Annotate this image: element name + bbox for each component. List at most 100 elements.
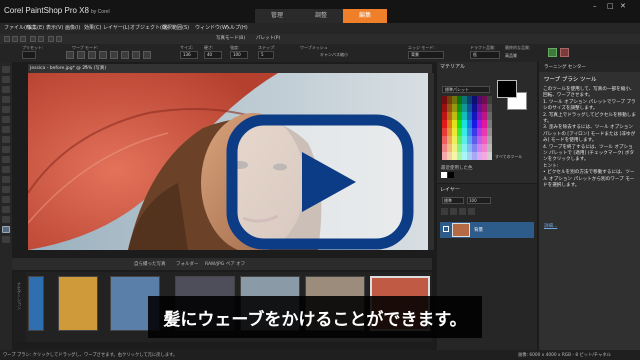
tool-help-body: このツールを使用して、写真の一部を縮小、回転、ワープさせます。 1. ツール オ… <box>543 87 636 189</box>
organizer-side-label: ナビゲーション <box>17 282 22 310</box>
menu-image[interactable]: 画像(I) <box>65 24 80 31</box>
makeover-tool-icon[interactable] <box>2 156 10 163</box>
thumbnail-1[interactable] <box>28 276 44 331</box>
contract-mode-icon[interactable] <box>88 51 96 59</box>
layer-name[interactable]: 背景 <box>474 227 483 233</box>
layer-toolbar <box>441 208 511 216</box>
tool-help-title: ワープ ブラシ ツール <box>544 77 597 83</box>
paint-brush-icon[interactable] <box>2 176 10 183</box>
opacity-input[interactable]: 100 <box>467 197 491 204</box>
close-icon[interactable]: ✕ <box>620 2 626 10</box>
blend-mode-select[interactable]: 標準 <box>442 197 464 204</box>
pan-tool-icon[interactable] <box>2 66 10 73</box>
step-input[interactable]: 5 <box>258 51 274 59</box>
maximize-icon[interactable]: □ <box>607 2 614 10</box>
menu-help[interactable]: ヘルプ(H) <box>225 24 248 31</box>
menu-selections[interactable]: 選択範囲(S) <box>162 24 189 31</box>
apply-checkmark-icon[interactable] <box>548 48 557 57</box>
dropper-tool-icon[interactable] <box>2 116 10 123</box>
edge-mode-select[interactable]: 背景 <box>408 51 444 59</box>
mask-icon[interactable] <box>459 208 466 215</box>
pick-tool-icon[interactable] <box>2 86 10 93</box>
fit-icon[interactable] <box>56 36 62 42</box>
cancel-icon[interactable] <box>560 48 569 57</box>
layer-visibility-icon[interactable] <box>443 226 449 232</box>
layer-thumbnail <box>452 223 470 237</box>
delete-layer-icon[interactable] <box>468 208 475 215</box>
text-tool-icon[interactable] <box>2 206 10 213</box>
menu-window[interactable]: ウィンドウ(W) <box>195 24 229 31</box>
push-mode-icon[interactable] <box>66 51 74 59</box>
final-quality-value[interactable]: 高品質 <box>505 53 517 59</box>
size-input[interactable]: 136 <box>180 51 198 59</box>
menu-view[interactable]: 表示(V) <box>46 24 63 31</box>
clone-brush-icon[interactable] <box>2 166 10 173</box>
preset-picker[interactable] <box>22 51 36 59</box>
zoom-icon[interactable] <box>48 36 54 42</box>
app-title: Corel PaintShop Pro X8 by Corel <box>4 6 110 15</box>
swatch-set-dropdown[interactable]: 標準パレット <box>442 86 490 93</box>
color-swatches[interactable] <box>442 96 492 160</box>
photo-mode-toggle[interactable]: 写真モード(B) <box>216 35 245 41</box>
organizer-folder[interactable]: フォルダー <box>176 261 199 267</box>
zoom-tool-icon[interactable] <box>2 76 10 83</box>
play-icon[interactable] <box>220 112 420 252</box>
new-layer-icon[interactable] <box>441 208 448 215</box>
status-hint: ワープ ブラシ: クリックしてドラッグし、ワープさせます。右クリックして元に戻し… <box>3 353 178 358</box>
crop-tool-icon[interactable] <box>2 126 10 133</box>
materials-title: マテリアル <box>440 64 465 70</box>
warp-mode-buttons <box>66 51 186 59</box>
draft-quality-select[interactable]: 低 <box>470 51 500 59</box>
details-link[interactable]: 詳細... <box>544 223 557 229</box>
recent-colors-label: 最近使用した色 <box>441 166 473 171</box>
organizer-collection[interactable]: 自ら撮った写真 <box>134 261 166 267</box>
twirl-left-icon[interactable] <box>110 51 118 59</box>
tab-manage[interactable]: 管理 <box>255 9 299 23</box>
menu-layers[interactable]: レイヤー(L) <box>103 24 130 31</box>
app-title-text: Corel PaintShop Pro X8 <box>4 6 89 15</box>
fill-tool-icon[interactable] <box>2 196 10 203</box>
all-tools-checkbox[interactable]: すべてのツール <box>495 154 523 160</box>
recent-color-2[interactable] <box>448 172 454 178</box>
red-eye-tool-icon[interactable] <box>2 146 10 153</box>
status-image-info: 画像: 6000 x 4000 x RGB - 8 ビット/チャネル <box>518 353 611 358</box>
video-subtitle: 髪にウェーブをかけることができます。 <box>163 310 467 330</box>
strength-input[interactable]: 100 <box>230 51 248 59</box>
foreground-color-swatch[interactable] <box>497 80 517 98</box>
menu-edit[interactable]: 編集(E) <box>27 24 44 31</box>
eraser-tool-icon[interactable] <box>2 186 10 193</box>
image-tab-close-icon[interactable]: × <box>84 65 88 70</box>
raw-pair-filter[interactable]: RAW/JPG ペア オフ <box>205 261 245 267</box>
twirl-right-icon[interactable] <box>99 51 107 59</box>
expand-mode-icon[interactable] <box>77 51 85 59</box>
minimize-icon[interactable]: – <box>593 2 597 10</box>
new-file-icon[interactable] <box>4 36 10 42</box>
open-icon[interactable] <box>12 36 18 42</box>
new-group-icon[interactable] <box>450 208 457 215</box>
warp-mesh-label: ワープメッシュ <box>300 45 328 50</box>
undo-icon[interactable] <box>30 36 36 42</box>
palette-toggle[interactable]: パレット(P) <box>256 35 280 41</box>
tab-adjust[interactable]: 調整 <box>299 9 343 23</box>
recent-color-1[interactable] <box>441 172 447 178</box>
show-mesh-checkbox[interactable]: キャンバス縮小 <box>320 52 348 58</box>
dodge-tool-icon[interactable] <box>2 236 10 243</box>
image-tab[interactable]: Jessica - before.jpg* @ 25% (写真) <box>30 65 106 71</box>
straighten-tool-icon[interactable] <box>2 136 10 143</box>
warp-brush-tool-icon[interactable] <box>2 226 10 233</box>
freehand-selection-icon[interactable] <box>2 106 10 113</box>
save-icon[interactable] <box>20 36 26 42</box>
tab-edit[interactable]: 編集 <box>343 9 387 23</box>
redo-icon[interactable] <box>38 36 44 42</box>
menu-effects[interactable]: 効果(C) <box>84 24 101 31</box>
iron-mode-icon[interactable] <box>132 51 140 59</box>
shape-tool-icon[interactable] <box>2 216 10 223</box>
selection-tool-icon[interactable] <box>2 96 10 103</box>
app-brand: by Corel <box>90 9 110 15</box>
organizer-side-tab[interactable]: ナビゲーション <box>14 272 26 342</box>
noise-mode-icon[interactable] <box>121 51 129 59</box>
image-vertical-scrollbar[interactable] <box>428 73 434 250</box>
unwarp-mode-icon[interactable] <box>143 51 151 59</box>
hardness-input[interactable]: 40 <box>204 51 222 59</box>
thumbnail-2[interactable] <box>58 276 98 331</box>
